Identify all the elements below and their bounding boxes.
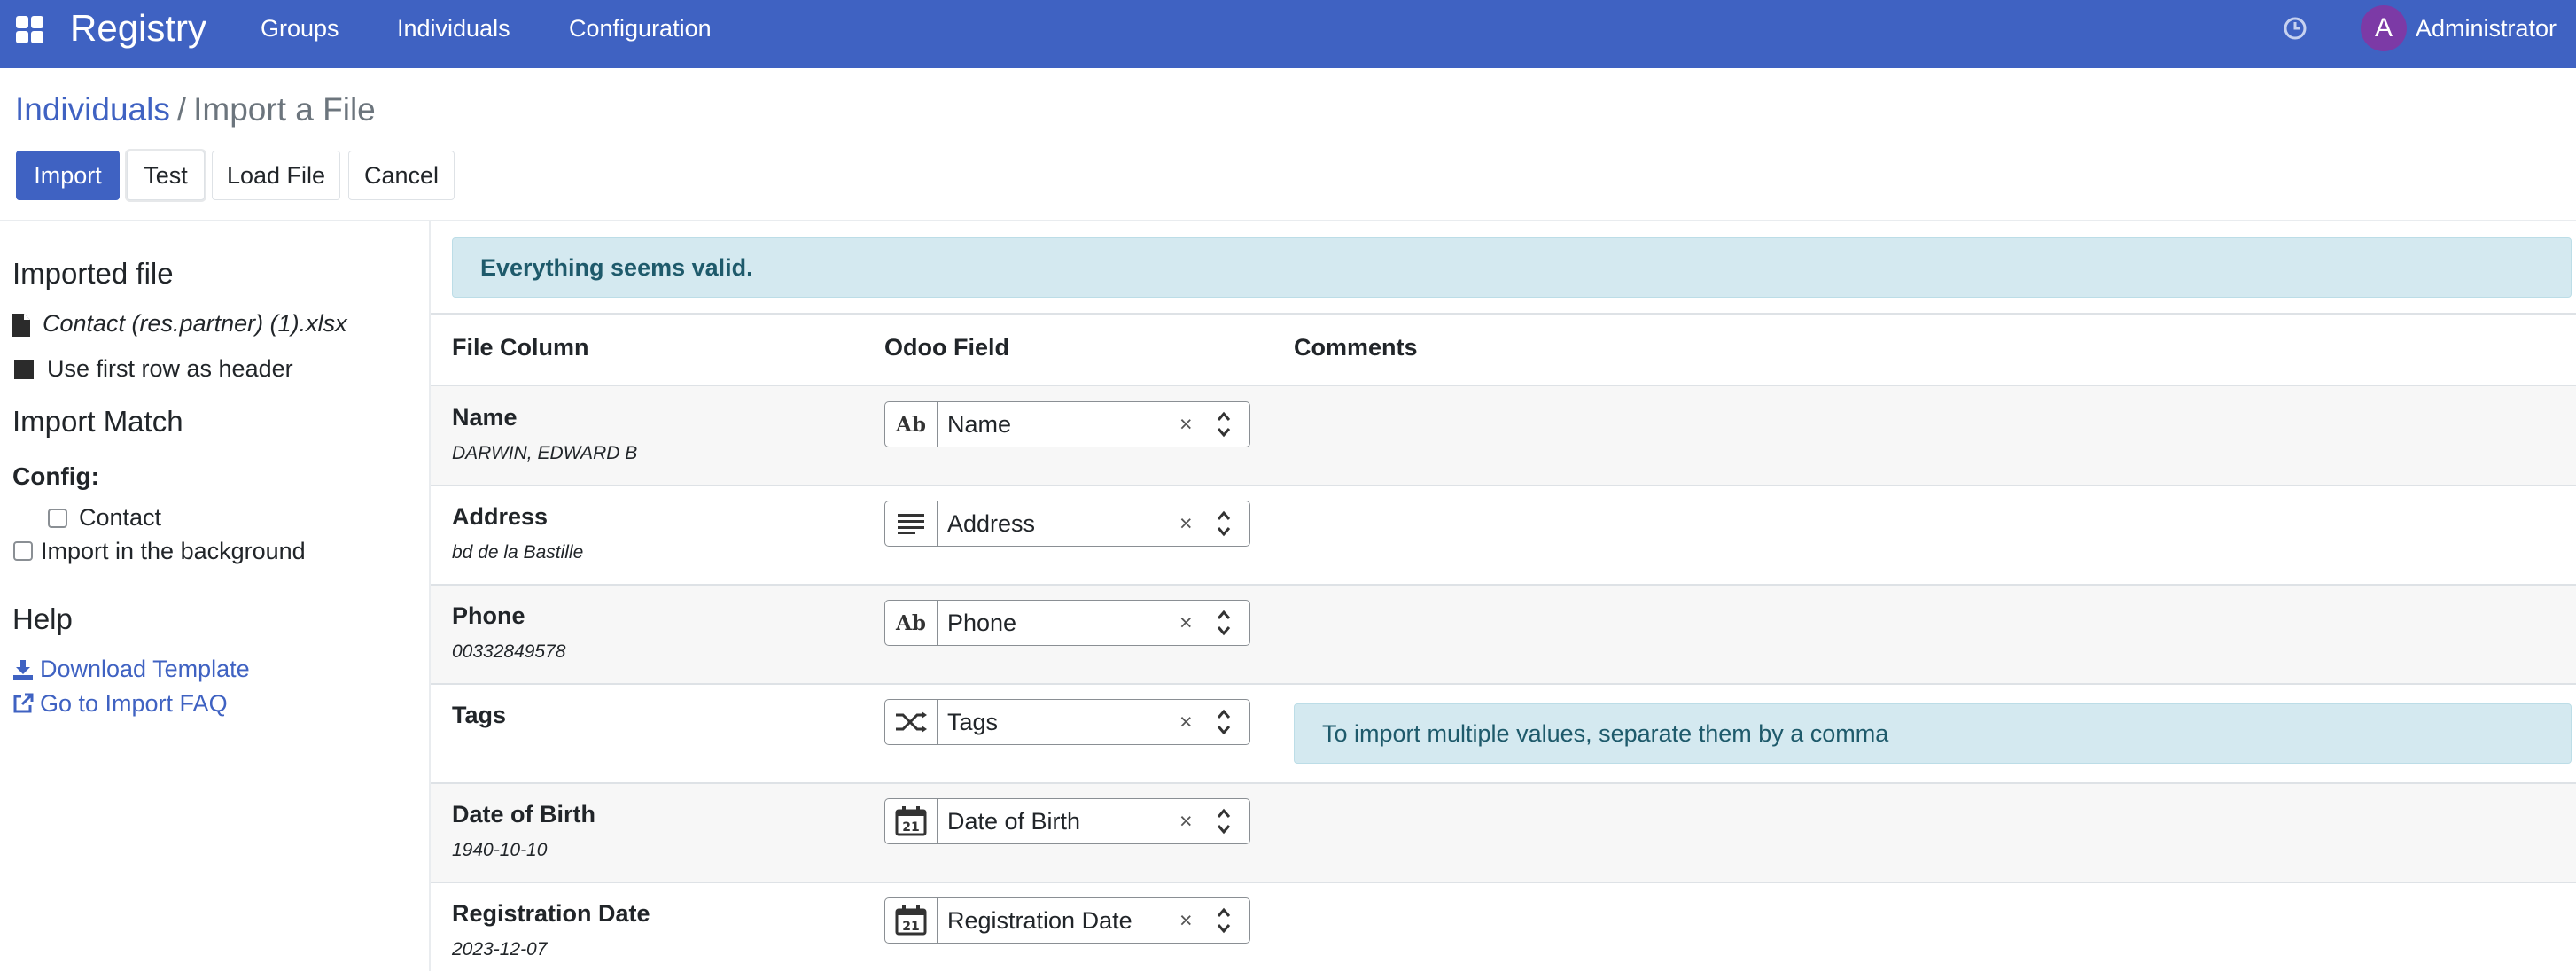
file-column-name: Phone xyxy=(452,602,525,629)
clear-icon[interactable]: × xyxy=(1179,898,1193,943)
row-border xyxy=(431,882,2576,883)
config-contact-label: Contact xyxy=(79,504,162,531)
control-panel-divider xyxy=(0,220,2576,221)
table-row xyxy=(431,883,2576,971)
table-top-border xyxy=(431,313,2576,315)
calendar-icon: 21 xyxy=(885,898,938,943)
load-file-button[interactable]: Load File xyxy=(212,151,340,200)
clear-icon[interactable]: × xyxy=(1179,402,1193,447)
odoo-field-value: Address xyxy=(947,510,1036,537)
imported-file-heading: Imported file xyxy=(12,257,174,290)
clear-icon[interactable]: × xyxy=(1179,799,1193,843)
file-column-name: Name xyxy=(452,404,518,431)
avatar[interactable]: A xyxy=(2361,5,2407,51)
first-row-header-label: Use first row as header xyxy=(47,355,293,382)
first-row-header-checkbox[interactable] xyxy=(14,360,34,379)
sort-arrows-icon[interactable] xyxy=(1215,806,1233,836)
file-column-sample: DARWIN, EDWARD B xyxy=(452,443,638,463)
config-contact-checkbox[interactable] xyxy=(48,509,67,528)
row-border xyxy=(431,683,2576,685)
validation-alert: Everything seems valid. xyxy=(452,237,2572,298)
odoo-field-select[interactable]: Address × xyxy=(884,501,1250,547)
sort-arrows-icon[interactable] xyxy=(1215,707,1233,737)
header-odoo-field: Odoo Field xyxy=(884,334,1009,361)
import-match-heading: Import Match xyxy=(12,405,183,438)
file-column-sample: 00332849578 xyxy=(452,641,566,662)
breadcrumb-individuals[interactable]: Individuals xyxy=(15,91,170,128)
download-template-link[interactable]: Download Template xyxy=(40,656,250,683)
test-button[interactable]: Test xyxy=(127,151,205,200)
clock-icon[interactable] xyxy=(2282,15,2308,42)
odoo-field-value: Date of Birth xyxy=(947,808,1081,835)
row-border xyxy=(431,584,2576,586)
table-row xyxy=(431,486,2576,585)
file-column-sample: 2023-12-07 xyxy=(452,939,548,959)
import-button[interactable]: Import xyxy=(16,151,120,200)
clear-icon[interactable]: × xyxy=(1179,501,1193,546)
sort-arrows-icon[interactable] xyxy=(1215,409,1233,439)
many2many-icon xyxy=(885,700,938,744)
odoo-field-value: Name xyxy=(947,411,1012,438)
table-row xyxy=(431,386,2576,485)
text-icon xyxy=(885,501,938,546)
cancel-button[interactable]: Cancel xyxy=(348,151,455,200)
row-border xyxy=(431,485,2576,486)
calendar-icon: 21 xyxy=(885,799,938,843)
import-background-label: Import in the background xyxy=(41,538,306,564)
grid-icon[interactable] xyxy=(16,16,44,44)
odoo-field-select[interactable]: Tags × xyxy=(884,699,1250,745)
char-icon: Ab xyxy=(885,601,938,645)
file-column-sample: bd de la Bastille xyxy=(452,542,584,563)
clear-icon[interactable]: × xyxy=(1179,601,1193,645)
odoo-field-select[interactable]: Ab Name × xyxy=(884,401,1250,447)
help-heading: Help xyxy=(12,602,73,635)
breadcrumb: Individuals / Import a File xyxy=(15,87,376,133)
menu-groups[interactable]: Groups xyxy=(261,0,339,57)
config-label: Config: xyxy=(12,462,99,490)
odoo-field-select[interactable]: 21 Date of Birth × xyxy=(884,798,1250,844)
app-brand[interactable]: Registry xyxy=(70,0,206,57)
sort-arrows-icon[interactable] xyxy=(1215,905,1233,936)
table-row xyxy=(431,586,2576,684)
imported-file-name: Contact (res.partner) (1).xlsx xyxy=(43,310,347,337)
external-link-icon[interactable] xyxy=(12,693,34,714)
file-icon xyxy=(12,314,30,337)
sort-arrows-icon[interactable] xyxy=(1215,608,1233,638)
svg-text:21: 21 xyxy=(902,920,919,934)
svg-text:21: 21 xyxy=(902,820,919,835)
user-menu[interactable]: Administrator xyxy=(2416,0,2557,57)
odoo-field-value: Tags xyxy=(947,709,999,735)
menu-configuration[interactable]: Configuration xyxy=(569,0,712,57)
tags-comment: To import multiple values, separate them… xyxy=(1294,703,2572,764)
page-title: Import a File xyxy=(193,91,376,128)
top-navbar: Registry Groups Individuals Configuratio… xyxy=(0,0,2576,68)
row-border xyxy=(431,782,2576,784)
sort-arrows-icon[interactable] xyxy=(1215,509,1233,539)
breadcrumb-separator: / xyxy=(176,91,187,128)
clear-icon[interactable]: × xyxy=(1179,700,1193,744)
menu-individuals[interactable]: Individuals xyxy=(397,0,510,57)
file-column-sample: 1940-10-10 xyxy=(452,840,548,860)
char-icon: Ab xyxy=(885,402,938,447)
file-column-name: Tags xyxy=(452,702,507,728)
import-background-checkbox[interactable] xyxy=(13,541,33,561)
file-column-name: Registration Date xyxy=(452,900,650,927)
odoo-field-value: Phone xyxy=(947,610,1017,636)
header-comments: Comments xyxy=(1294,334,1418,361)
odoo-field-select[interactable]: 21 Registration Date × xyxy=(884,897,1250,944)
import-faq-link[interactable]: Go to Import FAQ xyxy=(40,690,228,718)
table-row xyxy=(431,784,2576,882)
row-border xyxy=(431,385,2576,386)
odoo-field-value: Registration Date xyxy=(947,907,1132,934)
download-icon[interactable] xyxy=(12,659,34,680)
header-file-column: File Column xyxy=(452,334,589,361)
odoo-field-select[interactable]: Ab Phone × xyxy=(884,600,1250,646)
file-column-name: Address xyxy=(452,503,549,530)
file-column-name: Date of Birth xyxy=(452,801,595,827)
